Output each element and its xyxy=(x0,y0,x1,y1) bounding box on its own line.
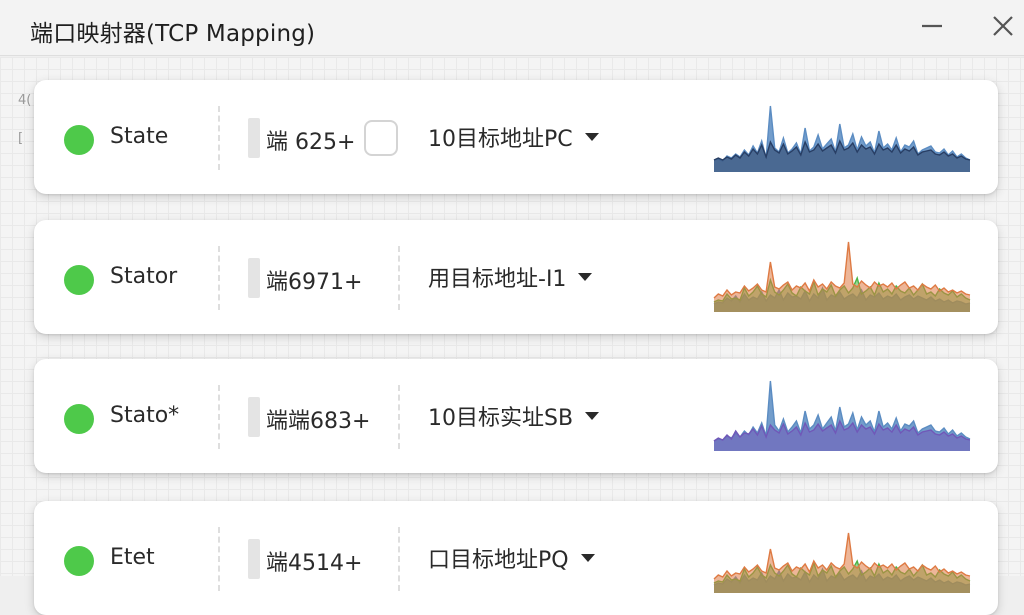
target-address-label: 口目标地址PQ xyxy=(428,548,569,573)
chevron-down-icon xyxy=(585,412,600,420)
divider xyxy=(398,527,400,591)
status-indicator xyxy=(64,404,94,434)
chevron-down-icon xyxy=(584,133,599,141)
mapping-card[interactable]: Etet 端4514+ 口目标地址PQ xyxy=(34,501,998,615)
mapping-list[interactable]: 4( [ State 端 625+ 10目标地址PC Stator 端6971+… xyxy=(0,57,1024,615)
port-bar xyxy=(248,397,260,437)
divider xyxy=(398,246,400,310)
status-indicator xyxy=(64,546,94,576)
target-address-dropdown[interactable]: 口目标地址PQ xyxy=(428,541,595,575)
mapping-card[interactable]: Stato* 端端683+ 10目标实址SB xyxy=(34,359,998,473)
target-address-dropdown[interactable]: 用目标地址-I1 xyxy=(428,260,593,294)
divider xyxy=(218,106,220,170)
close-button[interactable] xyxy=(986,12,1020,42)
chevron-down-icon xyxy=(578,273,593,281)
window-title: 端口映射器(TCP Mapping) xyxy=(30,21,316,47)
background-text: [ xyxy=(18,131,24,146)
target-address-label: 用目标地址-I1 xyxy=(428,267,567,292)
state-label: Stato* xyxy=(110,403,180,428)
divider xyxy=(218,527,220,591)
divider xyxy=(218,385,220,449)
port-label: 端4514+ xyxy=(266,551,363,576)
status-indicator xyxy=(64,265,94,295)
port-label: 端 625+ xyxy=(266,130,356,155)
minimize-icon xyxy=(922,24,942,28)
mapping-card[interactable]: Stator 端6971+ 用目标地址-I1 xyxy=(34,220,998,334)
traffic-sparkline xyxy=(713,532,971,593)
sparkline-area xyxy=(714,242,970,312)
traffic-sparkline xyxy=(713,105,971,172)
port-bar xyxy=(248,118,260,158)
port-label: 端6971+ xyxy=(266,270,363,295)
port-bar xyxy=(248,539,260,579)
target-address-label: 10目标地址PC xyxy=(428,127,573,152)
minimize-button[interactable] xyxy=(916,12,950,42)
background-text: 4( xyxy=(18,93,32,108)
state-label: Etet xyxy=(110,545,155,570)
state-label: State xyxy=(110,124,169,149)
sparkline-area xyxy=(714,533,970,593)
divider xyxy=(218,246,220,310)
traffic-sparkline xyxy=(713,241,971,312)
divider xyxy=(398,385,400,449)
target-address-label: 10目标实址SB xyxy=(428,406,574,431)
status-indicator xyxy=(64,125,94,155)
mapping-card[interactable]: State 端 625+ 10目标地址PC xyxy=(34,80,998,194)
traffic-sparkline xyxy=(713,380,971,451)
port-checkbox[interactable] xyxy=(364,120,398,156)
target-address-dropdown[interactable]: 10目标地址PC xyxy=(428,120,599,154)
state-label: Stator xyxy=(110,264,178,289)
port-bar xyxy=(248,258,260,298)
title-bar: 端口映射器(TCP Mapping) xyxy=(0,0,1024,56)
target-address-dropdown[interactable]: 10目标实址SB xyxy=(428,399,600,433)
close-icon xyxy=(993,16,1013,36)
chevron-down-icon xyxy=(580,554,595,562)
port-label: 端端683+ xyxy=(266,409,371,434)
